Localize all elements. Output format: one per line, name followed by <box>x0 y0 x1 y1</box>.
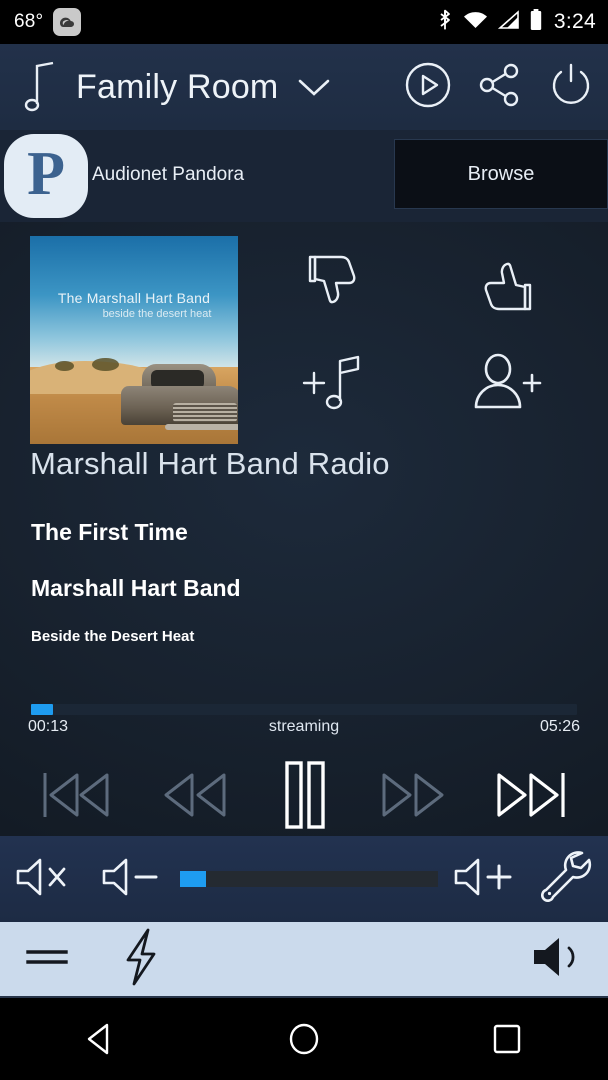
volume-slider[interactable] <box>180 871 438 887</box>
progress-bar[interactable] <box>31 704 577 715</box>
action-button-grid <box>270 232 600 422</box>
rewind-button[interactable] <box>156 767 232 823</box>
app-header: Family Room <box>0 44 608 130</box>
room-title[interactable]: Family Room <box>76 68 278 107</box>
back-triangle-icon[interactable] <box>56 1009 146 1069</box>
status-bar: 68° 3:24 <box>0 0 608 44</box>
now-playing-panel: The Marshall Hart Band beside the desert… <box>0 222 608 836</box>
home-circle-icon[interactable] <box>259 1009 349 1069</box>
fast-forward-button[interactable] <box>376 767 452 823</box>
volume-down-icon[interactable] <box>100 853 166 906</box>
track-title: The First Time <box>31 519 188 545</box>
playback-status: streaming <box>268 718 340 735</box>
elapsed-time: 00:13 <box>28 718 69 735</box>
music-note-icon <box>18 60 62 114</box>
total-time: 05:26 <box>539 718 580 735</box>
previous-track-button[interactable] <box>39 767 115 823</box>
app-screen: 68° 3:24 Family Room P Audionet Pandora … <box>0 0 608 1080</box>
android-nav-bar <box>0 998 608 1080</box>
station-title: Marshall Hart Band Radio <box>30 446 390 481</box>
volume-bar <box>0 836 608 922</box>
volume-mute-icon[interactable] <box>14 853 76 906</box>
thumbs-up-button[interactable] <box>450 240 560 326</box>
album-art: The Marshall Hart Band beside the desert… <box>30 236 238 444</box>
share-icon[interactable] <box>478 62 522 113</box>
add-to-playlist-button[interactable] <box>280 340 390 426</box>
chevron-down-icon[interactable] <box>296 75 332 99</box>
bluetooth-icon <box>437 8 454 37</box>
time-row: 00:13 streaming 05:26 <box>28 718 580 736</box>
status-icon-group <box>437 8 543 37</box>
wrench-icon[interactable] <box>538 849 592 910</box>
album-name: Beside the Desert Heat <box>31 628 195 645</box>
bottom-toolbar <box>0 922 608 998</box>
volume-up-icon[interactable] <box>452 853 522 906</box>
progress-bar-fill <box>31 704 53 715</box>
browse-button[interactable]: Browse <box>394 139 608 209</box>
volume-slider-fill <box>180 871 206 887</box>
pandora-logo-icon[interactable]: P <box>4 134 88 218</box>
next-track-button[interactable] <box>493 767 569 823</box>
clock-label: 3:24 <box>553 10 596 33</box>
album-art-bush <box>54 360 74 372</box>
menu-icon[interactable] <box>24 940 70 979</box>
play-circle-icon[interactable] <box>404 61 452 114</box>
pause-button[interactable] <box>273 759 335 831</box>
source-name-label: Audionet Pandora <box>92 164 245 185</box>
wifi-icon <box>463 10 488 35</box>
power-icon[interactable] <box>548 61 594 114</box>
artist-name: Marshall Hart Band <box>31 575 241 601</box>
battery-icon <box>529 8 543 37</box>
temperature-label: 68° <box>14 11 44 32</box>
weather-icon <box>53 8 82 36</box>
add-person-button[interactable] <box>450 340 560 426</box>
album-art-sky <box>30 236 238 368</box>
recents-square-icon[interactable] <box>462 1009 552 1069</box>
album-art-car <box>113 361 238 436</box>
cellular-signal-icon <box>497 9 520 35</box>
thumbs-down-button[interactable] <box>280 240 390 326</box>
lightning-bolt-icon[interactable] <box>116 928 166 991</box>
speaker-icon[interactable] <box>528 933 586 986</box>
pandora-logo-letter: P <box>27 140 65 208</box>
transport-controls <box>0 754 608 836</box>
